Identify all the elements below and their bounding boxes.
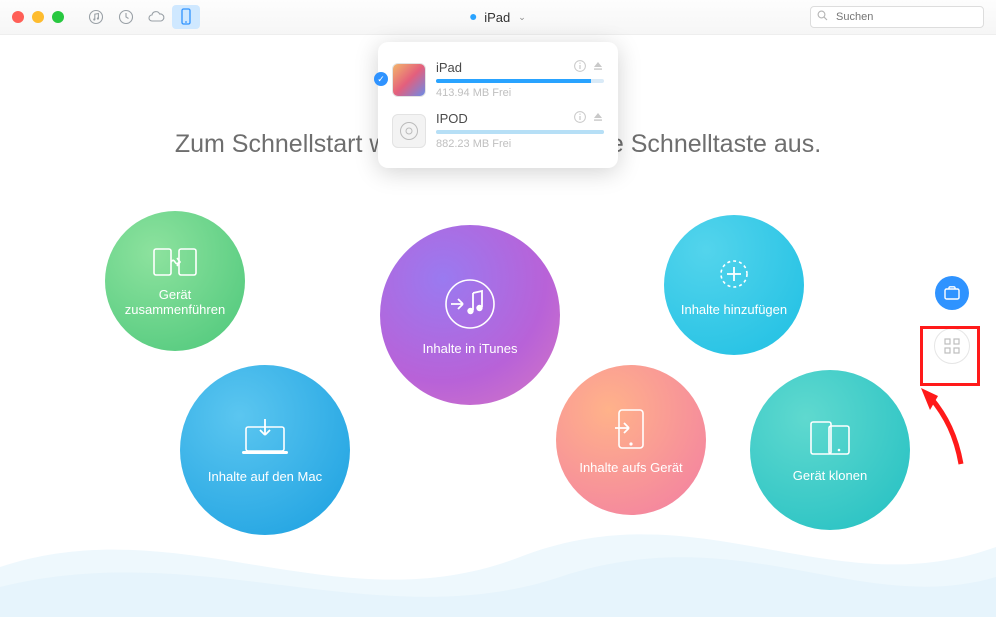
add-content-button[interactable]: Inhalte hinzufügen	[664, 215, 804, 355]
briefcase-icon	[944, 286, 960, 300]
close-window-button[interactable]	[12, 11, 24, 23]
bubble-label: Inhalte in iTunes	[423, 341, 518, 356]
source-switcher	[82, 0, 200, 34]
backup-icon[interactable]	[112, 5, 140, 29]
current-device-label: iPad	[484, 10, 510, 25]
to-mac-icon	[240, 417, 290, 461]
itunes-library-icon[interactable]	[82, 5, 110, 29]
device-thumbnail-icon	[392, 114, 426, 148]
bubble-label: Inhalte hinzufügen	[681, 302, 787, 317]
icloud-icon[interactable]	[142, 5, 170, 29]
selected-check-icon: ✓	[374, 72, 388, 86]
content-to-itunes-button[interactable]: Inhalte in iTunes	[380, 225, 560, 405]
device-name: iPad	[436, 60, 462, 75]
annotation-highlight	[920, 326, 980, 386]
annotation-arrow-icon	[916, 386, 966, 466]
bubble-label: Inhalte aufs Gerät	[579, 460, 682, 475]
background-wave	[0, 497, 996, 617]
bubble-label: Gerät klonen	[793, 468, 867, 483]
briefcase-view-button[interactable]	[935, 276, 969, 310]
zoom-window-button[interactable]	[52, 11, 64, 23]
bubble-label: Inhalte auf den Mac	[208, 469, 322, 484]
merge-devices-button[interactable]: Gerät zusammenführen	[105, 211, 245, 351]
bubble-label: zusammenführen	[125, 302, 225, 317]
device-thumbnail-icon	[392, 63, 426, 97]
device-dropdown: ✓ iPad 413.94 MB Frei IPOD	[378, 42, 618, 168]
bubble-label: Gerät	[159, 287, 192, 302]
minimize-window-button[interactable]	[32, 11, 44, 23]
clone-icon	[807, 418, 853, 460]
search-icon	[817, 10, 828, 24]
status-dot-icon	[470, 14, 476, 20]
to-device-icon	[613, 406, 649, 452]
eject-icon[interactable]	[592, 111, 604, 126]
to-itunes-icon	[441, 275, 499, 333]
search-input[interactable]	[834, 10, 980, 24]
device-name: IPOD	[436, 111, 468, 126]
merge-icon	[153, 245, 197, 279]
window-controls	[12, 11, 64, 23]
info-icon[interactable]	[574, 111, 586, 126]
add-icon	[714, 254, 754, 294]
storage-free-text: 413.94 MB Frei	[436, 87, 604, 99]
storage-bar	[436, 130, 604, 134]
device-row-ipod[interactable]: IPOD 882.23 MB Frei	[378, 105, 618, 156]
storage-free-text: 882.23 MB Frei	[436, 138, 604, 150]
search-field[interactable]	[810, 6, 984, 28]
device-icon[interactable]	[172, 5, 200, 29]
device-row-ipad[interactable]: ✓ iPad 413.94 MB Frei	[378, 54, 618, 105]
current-device-selector[interactable]: iPad ⌄	[470, 10, 526, 25]
content-to-device-button[interactable]: Inhalte aufs Gerät	[556, 365, 706, 515]
chevron-down-icon: ⌄	[518, 12, 526, 23]
storage-bar	[436, 79, 604, 83]
window-titlebar: iPad ⌄	[0, 0, 996, 35]
info-icon[interactable]	[574, 60, 586, 75]
eject-icon[interactable]	[592, 60, 604, 75]
